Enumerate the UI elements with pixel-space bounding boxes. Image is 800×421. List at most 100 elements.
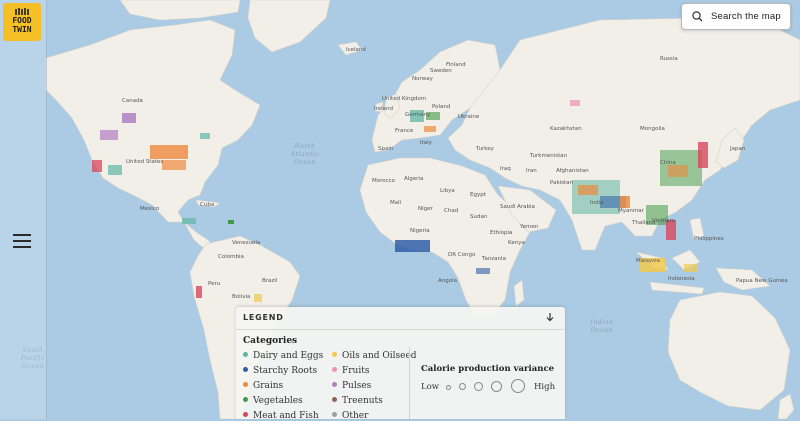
place-label: Tanzania bbox=[481, 256, 506, 262]
variance-circle-4 bbox=[491, 381, 502, 392]
dot-icon bbox=[332, 412, 337, 417]
dot-icon bbox=[243, 352, 248, 357]
legend-category-treenuts[interactable]: Treenuts bbox=[332, 396, 383, 406]
place-label: Ireland bbox=[374, 106, 393, 112]
legend-divider bbox=[409, 347, 410, 419]
place-label: Poland bbox=[432, 104, 450, 110]
place-label: Ethiopia bbox=[490, 230, 512, 236]
legend-category-label: Meat and Fish bbox=[253, 411, 319, 421]
place-label: Kenya bbox=[508, 240, 525, 246]
place-label: Niger bbox=[418, 206, 434, 212]
legend-header[interactable]: LEGEND bbox=[236, 307, 565, 330]
dot-icon bbox=[243, 367, 248, 372]
place-label: Egypt bbox=[470, 192, 487, 198]
hamburger-menu-icon[interactable] bbox=[13, 234, 31, 248]
place-label: Finland bbox=[446, 62, 466, 68]
place-label: Sudan bbox=[470, 214, 488, 220]
place-label: Malaysia bbox=[636, 258, 660, 264]
place-label: Sweden bbox=[430, 68, 452, 74]
place-label: Algeria bbox=[404, 176, 423, 182]
legend-category-label: Pulses bbox=[342, 381, 372, 391]
place-label: Norway bbox=[412, 76, 434, 82]
place-label: Papua New Guinea bbox=[736, 278, 788, 284]
legend-category-fruits[interactable]: Fruits bbox=[332, 366, 369, 376]
ocean-label-north-atlantic: North Atlantic Ocean bbox=[290, 143, 320, 166]
categories-title: Categories bbox=[243, 336, 298, 346]
place-label: Yemen bbox=[519, 224, 539, 230]
place-label: Colombia bbox=[218, 254, 244, 260]
dot-icon bbox=[332, 382, 337, 387]
place-label: Saudi Arabia bbox=[500, 204, 535, 210]
place-label: United States bbox=[126, 159, 163, 165]
logo-line-1: FOOD bbox=[12, 16, 32, 25]
variance-circle-1 bbox=[446, 385, 451, 390]
dot-icon bbox=[332, 367, 337, 372]
variance-title: Calorie production variance bbox=[421, 364, 555, 374]
wheat-icon bbox=[15, 8, 29, 15]
legend-category-other[interactable]: Other bbox=[332, 411, 368, 421]
variance-low-label: Low bbox=[421, 382, 440, 392]
legend-category-pulses[interactable]: Pulses bbox=[332, 381, 371, 391]
place-label: Iraq bbox=[500, 166, 511, 172]
place-label: Ukraine bbox=[458, 114, 480, 120]
legend-category-vegetables[interactable]: Vegetables bbox=[243, 396, 303, 406]
ocean-label-indian: Indian Ocean bbox=[589, 319, 613, 334]
search-label: Search the map bbox=[711, 11, 781, 22]
legend-category-label: Treenuts bbox=[342, 396, 383, 406]
dot-icon bbox=[332, 397, 337, 402]
place-label: China bbox=[660, 160, 676, 166]
place-label: Mongolia bbox=[640, 126, 665, 132]
place-label: DR Congo bbox=[448, 252, 476, 258]
place-label: Mexico bbox=[140, 206, 160, 212]
legend-category-meat-and-fish[interactable]: Meat and Fish bbox=[243, 411, 319, 421]
place-label: India bbox=[590, 200, 604, 206]
place-label: Germany bbox=[405, 112, 431, 118]
legend-category-starchy-roots[interactable]: Starchy Roots bbox=[243, 366, 317, 376]
place-label: Bolivia bbox=[232, 294, 250, 300]
logo-line-2: TWIN bbox=[12, 25, 32, 34]
place-label: Turkey bbox=[475, 146, 495, 152]
place-label: France bbox=[395, 128, 414, 134]
place-label: Vietnam bbox=[652, 218, 675, 224]
place-label: Brazil bbox=[262, 278, 278, 284]
legend-category-label: Other bbox=[342, 411, 369, 421]
variance-circle-3 bbox=[474, 382, 483, 391]
legend-category-label: Dairy and Eggs bbox=[253, 351, 324, 361]
legend-panel: LEGEND Categories Dairy and Eggs Oils an… bbox=[236, 307, 565, 421]
place-label: Italy bbox=[420, 140, 433, 146]
variance-circle-5 bbox=[511, 379, 525, 393]
food-twin-logo[interactable]: FOOD TWIN bbox=[3, 3, 41, 41]
place-label: Philippines bbox=[694, 236, 724, 242]
place-label: Turkmenistan bbox=[529, 153, 568, 159]
legend-category-grains[interactable]: Grains bbox=[243, 381, 283, 391]
dot-icon bbox=[243, 397, 248, 402]
place-label: Afghanistan bbox=[556, 168, 589, 174]
place-label: Angola bbox=[438, 278, 457, 284]
place-label: United Kingdom bbox=[382, 96, 426, 102]
variance-circle-2 bbox=[459, 383, 466, 390]
place-label: Venezuela bbox=[232, 240, 260, 246]
legend-category-label: Oils and Oilseed bbox=[342, 351, 417, 361]
legend-category-oils-and-oilseed[interactable]: Oils and Oilseed bbox=[332, 351, 417, 361]
legend-category-label: Fruits bbox=[342, 366, 370, 376]
place-label: Cuba bbox=[200, 202, 214, 208]
place-label: Iran bbox=[526, 168, 537, 174]
place-label: Indonesia bbox=[668, 276, 695, 282]
place-label: Peru bbox=[208, 281, 220, 287]
place-label: Kazakhstan bbox=[550, 126, 582, 132]
legend-category-dairy-and-eggs[interactable]: Dairy and Eggs bbox=[243, 351, 323, 361]
variance-high-label: High bbox=[534, 382, 556, 392]
place-label: Spain bbox=[378, 146, 394, 152]
place-label: Mali bbox=[390, 200, 402, 206]
search-button[interactable]: Search the map bbox=[681, 3, 791, 30]
place-label: Libya bbox=[440, 188, 455, 194]
legend-title: LEGEND bbox=[243, 313, 284, 322]
legend-category-label: Grains bbox=[253, 381, 284, 391]
dot-icon bbox=[243, 412, 248, 417]
arrow-down-icon[interactable] bbox=[543, 310, 557, 324]
place-label: Myanmar bbox=[618, 208, 645, 214]
left-rail bbox=[0, 0, 47, 419]
dot-icon bbox=[332, 352, 337, 357]
search-icon bbox=[692, 11, 703, 22]
place-label: Pakistan bbox=[550, 180, 574, 186]
